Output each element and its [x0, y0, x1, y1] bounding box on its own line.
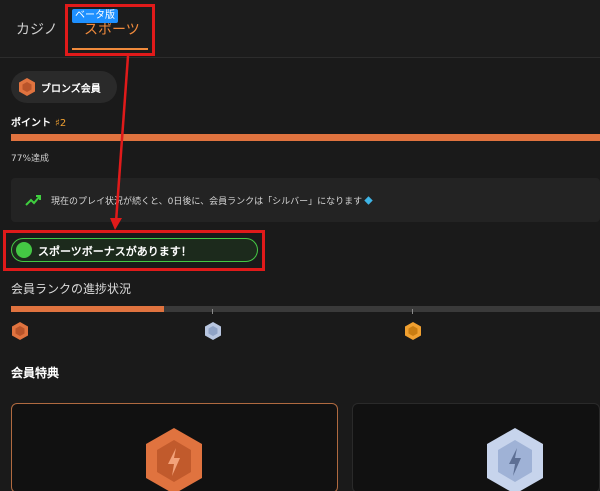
points-label: ポイント [11, 118, 51, 129]
bronze-perk-card[interactable] [11, 403, 338, 491]
gold-gem-icon [405, 322, 421, 340]
points-value: ♯2 [55, 118, 67, 129]
top-nav: カジノ スポーツ ベータ版 [0, 0, 600, 58]
tab-casino[interactable]: カジノ [16, 19, 58, 39]
perks-title: 会員特典 [11, 366, 60, 380]
points-row: ポイント ♯2 [11, 114, 66, 129]
rank-forecast-text: 現在のプレイ状況が続くと、0日後に、会員ランクは「シルバー」になります [51, 194, 373, 207]
achieved-label: 77%達成 [11, 154, 50, 164]
rank-forecast-message: 現在のプレイ状況が続くと、0日後に、会員ランクは「シルバー」になります [51, 197, 363, 207]
rank-tick-silver [212, 309, 213, 314]
rank-tick-gold [412, 309, 413, 314]
bronze-gem-icon [19, 78, 35, 96]
trend-up-icon [25, 195, 41, 206]
rank-progress-track [11, 306, 600, 312]
silver-perk-card[interactable] [352, 403, 600, 491]
bronze-gem-icon [12, 322, 28, 340]
bronze-gem-icon [146, 428, 202, 491]
silver-gem-icon [205, 322, 221, 340]
rank-forecast-box: 現在のプレイ状況が続くと、0日後に、会員ランクは「シルバー」になります [11, 178, 600, 222]
rank-progress-title: 会員ランクの進捗状況 [11, 282, 132, 296]
member-level-label: ブロンズ会員 [41, 84, 101, 95]
annotation-box-tab [65, 4, 155, 56]
silver-gem-icon [487, 428, 543, 491]
annotation-box-bonus [3, 230, 265, 271]
member-level-pill: ブロンズ会員 [11, 71, 117, 103]
rank-progress-fill [11, 306, 165, 312]
diamond-icon [364, 196, 373, 205]
points-progress-bar [11, 134, 600, 141]
